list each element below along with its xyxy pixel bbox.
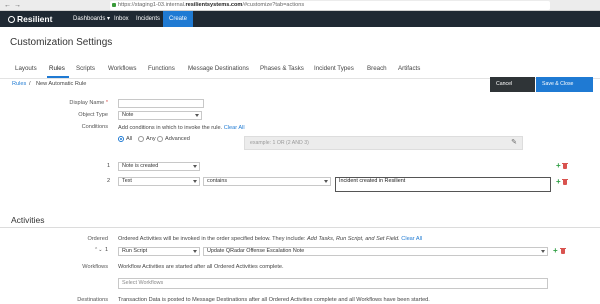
address-bar[interactable]: https://staging1-03.internal.resilientsy… xyxy=(110,1,550,10)
condition-2-value-textarea[interactable]: Incident created in Resilient xyxy=(335,177,551,192)
activity-value-select[interactable]: Update QRadar Offense Escalation Note xyxy=(203,247,548,256)
ordered-label: Ordered xyxy=(87,236,108,242)
breadcrumb-current: New Automatic Rule xyxy=(36,81,87,87)
object-type-value: Note xyxy=(122,112,134,118)
breadcrumb-separator: / xyxy=(29,81,31,87)
object-type-select[interactable]: Note xyxy=(118,111,202,120)
match-any-radio[interactable] xyxy=(138,136,144,142)
create-button[interactable]: Create xyxy=(163,11,194,27)
nav-incidents[interactable]: Incidents xyxy=(136,11,160,27)
condition-2-index: 2 xyxy=(107,178,111,184)
condition-1-field-value: Note is created xyxy=(122,163,159,169)
nav-dashboards[interactable]: Dashboards ▾ xyxy=(73,11,110,27)
condition-1-field-select[interactable]: Note is created xyxy=(118,162,200,171)
chevron-down-icon xyxy=(193,250,197,253)
app-header: Resilient Dashboards ▾ Inbox Incidents C… xyxy=(0,11,600,27)
tab-functions[interactable]: Functions xyxy=(148,65,175,73)
delete-condition-icon[interactable] xyxy=(562,163,568,169)
condition-2-field-value: Text xyxy=(122,178,132,184)
tab-layouts[interactable]: Layouts xyxy=(15,65,37,73)
conditions-clear-all-link[interactable]: Clear All xyxy=(224,125,245,131)
condition-2-operator-select[interactable]: contains xyxy=(203,177,331,186)
chevron-down-icon xyxy=(195,114,199,117)
conditions-hint-text: Add conditions in which to invoke the ru… xyxy=(118,125,223,131)
add-condition-icon[interactable]: + xyxy=(556,178,561,186)
condition-2-operator-value: contains xyxy=(207,178,228,184)
ordered-row-1-index: 1 xyxy=(105,247,109,253)
add-condition-icon[interactable]: + xyxy=(556,162,561,170)
back-icon[interactable]: ← xyxy=(4,1,11,10)
match-advanced-radio[interactable] xyxy=(157,136,163,142)
object-type-label: Object Type xyxy=(78,112,108,118)
page-title: Customization Settings xyxy=(10,37,113,48)
required-mark: * xyxy=(105,100,108,106)
nav-inbox[interactable]: Inbox xyxy=(114,11,129,27)
tab-workflows[interactable]: Workflows xyxy=(108,65,136,73)
delete-condition-icon[interactable] xyxy=(562,179,568,185)
ordered-types: Add Tasks, Run Script, and Set Field. xyxy=(306,236,400,242)
condition-1-index: 1 xyxy=(107,163,111,169)
select-workflows-input[interactable]: Select Workflows xyxy=(118,278,548,289)
chevron-down-icon xyxy=(541,250,545,253)
forward-icon[interactable]: → xyxy=(14,1,21,10)
chevron-down-icon xyxy=(193,165,197,168)
match-advanced-label: Advanced xyxy=(165,136,190,142)
url-suffix: /#customize?tab=actions xyxy=(242,2,305,8)
match-all-radio[interactable] xyxy=(118,136,124,142)
advanced-placeholder: example: 1 OR (2 AND 3) xyxy=(250,140,309,146)
edit-icon[interactable]: ✎ xyxy=(511,139,517,147)
breadcrumb-rules[interactable]: Rules xyxy=(12,80,26,88)
chevron-down-icon xyxy=(324,180,328,183)
workflows-label: Workflows xyxy=(82,264,108,270)
condition-2-field-select[interactable]: Text xyxy=(118,177,200,186)
tab-incident-types[interactable]: Incident Types xyxy=(314,65,354,73)
url-domain: resilientsystems.com xyxy=(185,2,243,8)
ordered-text: Ordered Activities will be invoked in th… xyxy=(118,236,306,242)
logo[interactable]: Resilient xyxy=(8,14,52,24)
activity-value: Update QRadar Offense Escalation Note xyxy=(207,248,305,254)
delete-activity-icon[interactable] xyxy=(560,248,566,254)
destinations-label: Destinations xyxy=(77,297,108,303)
ordered-description: Ordered Activities will be invoked in th… xyxy=(118,235,422,243)
tab-breach[interactable]: Breach xyxy=(367,65,387,73)
section-divider xyxy=(0,227,600,228)
save-close-button[interactable]: Save & Close xyxy=(536,77,593,92)
advanced-condition-input[interactable]: example: 1 OR (2 AND 3) ✎ xyxy=(244,136,523,150)
logo-icon xyxy=(8,16,15,23)
conditions-hint: Add conditions in which to invoke the ru… xyxy=(118,124,245,132)
match-all-label: All xyxy=(126,136,133,142)
page: ← → https://staging1-03.internal.resilie… xyxy=(0,0,600,304)
add-activity-icon[interactable]: + xyxy=(553,247,558,255)
tab-artifacts[interactable]: Artifacts xyxy=(398,65,420,73)
logo-text: Resilient xyxy=(17,14,53,24)
browser-toolbar: ← → https://staging1-03.internal.resilie… xyxy=(0,0,600,11)
activities-heading: Activities xyxy=(11,215,45,225)
match-any-label: Any xyxy=(146,136,156,142)
activity-type-select[interactable]: Run Script xyxy=(118,247,200,256)
tab-message-destinations[interactable]: Message Destinations xyxy=(188,65,249,73)
chevron-down-icon xyxy=(193,180,197,183)
reorder-arrows-icon[interactable]: ⌃⌄ xyxy=(94,246,102,254)
lock-icon xyxy=(112,3,116,7)
tab-phases-tasks[interactable]: Phases & Tasks xyxy=(260,65,304,73)
cancel-button[interactable]: Cancel xyxy=(490,77,535,92)
activity-type-value: Run Script xyxy=(122,248,148,254)
display-name-label: Display Name * xyxy=(40,99,108,107)
url-prefix: https://staging1-03.internal. xyxy=(118,2,186,8)
ordered-clear-all-link[interactable]: Clear All xyxy=(401,236,422,242)
display-name-label-text: Display Name xyxy=(69,100,105,106)
conditions-label: Conditions xyxy=(81,124,108,130)
tab-rules[interactable]: Rules xyxy=(49,65,65,73)
workflows-description: Workflow Activities are started after al… xyxy=(118,264,284,270)
destinations-description: Transaction Data is posted to Message De… xyxy=(118,297,430,303)
display-name-input[interactable] xyxy=(118,99,204,108)
tab-scripts[interactable]: Scripts xyxy=(76,65,95,73)
